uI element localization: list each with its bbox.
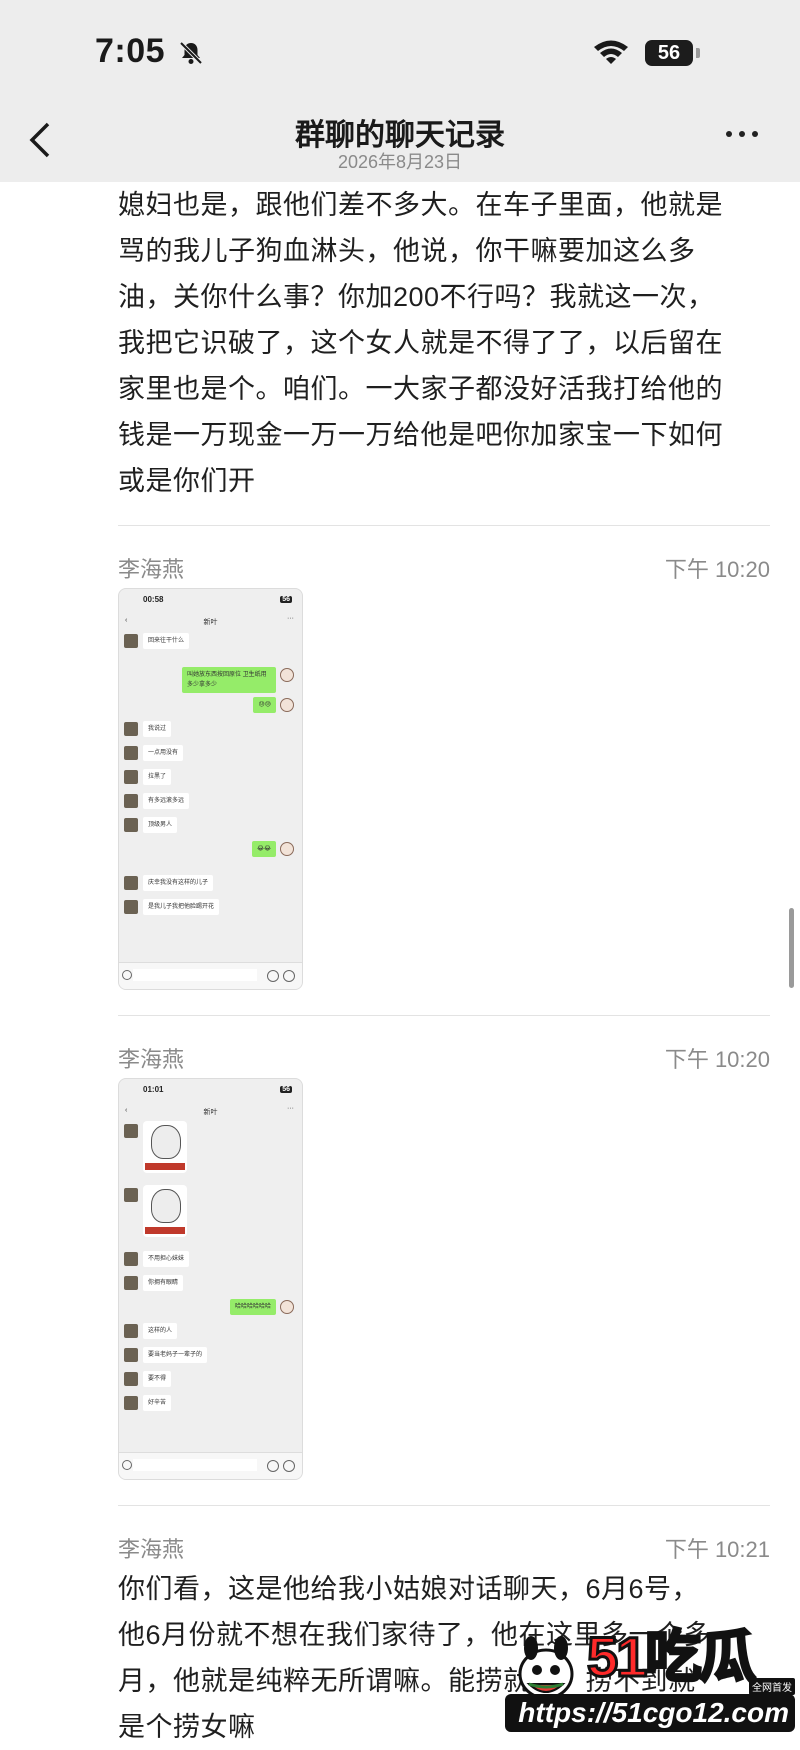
logo-text: 吃瓜	[644, 1624, 757, 1690]
message-time: 下午 10:20	[664, 557, 770, 582]
avatar	[124, 900, 138, 914]
more-options-icon[interactable]	[726, 124, 766, 144]
status-time: 7:05	[95, 32, 166, 70]
battery-indicator: 56	[645, 40, 693, 66]
avatar	[124, 1324, 138, 1338]
shot-nav: ‹ 新叶 ···	[125, 1105, 294, 1116]
sender-name: 李海燕	[118, 1537, 185, 1562]
chat-bubble: 好辛苦	[143, 1395, 172, 1411]
avatar	[124, 794, 138, 808]
chat-bubble: 是我儿子我把他脸踢开花	[143, 899, 220, 915]
avatar	[124, 1188, 138, 1202]
chat-bubble: 不用担心妹妹	[143, 1251, 190, 1267]
avatar	[124, 1124, 138, 1138]
text-line: 你们看，这是他给我小姑娘对话聊天，6月6号，	[118, 1574, 700, 1604]
message-time: 下午 10:21	[664, 1537, 770, 1562]
watermark: 51吃瓜 全网首发 https://51cgo12.com	[505, 1612, 800, 1737]
scrollbar[interactable]	[789, 908, 794, 988]
avatar	[124, 1276, 138, 1290]
avatar	[124, 1348, 138, 1362]
divider	[118, 525, 770, 526]
avatar	[124, 818, 138, 832]
avatar	[124, 1372, 138, 1386]
silent-mode-icon	[179, 41, 203, 65]
shot-time: 00:58	[143, 595, 164, 604]
message-text: 媳妇也是，跟他们差不多大。在车子里面，他就是 骂的我儿子狗血淋头，他说，你干嘛要…	[118, 182, 778, 504]
shot-input-bar	[119, 962, 302, 989]
logo-number: 51	[585, 1624, 648, 1690]
avatar	[280, 1300, 294, 1314]
battery-tip	[696, 48, 700, 58]
chat-bubble: 哈哈哈哈哈哈	[229, 1299, 276, 1315]
shot-battery: 56	[280, 596, 292, 603]
watermark-url: https://51cgo12.com	[505, 1694, 795, 1732]
divider	[118, 1505, 770, 1506]
avatar	[124, 634, 138, 648]
sender-name: 李海燕	[118, 557, 185, 582]
chat-bubble: 这样的人	[143, 1323, 178, 1339]
shot-status: 00:58 56	[119, 589, 302, 617]
text-line: 骂的我儿子狗血淋头，他说，你干嘛要加这么多	[118, 236, 696, 266]
sender-name: 李海燕	[118, 1047, 185, 1072]
chat-bubble: 一点用没有	[143, 745, 184, 761]
text-line: 媳妇也是，跟他们差不多大。在车子里面，他就是	[118, 190, 723, 220]
watermark-logo: 51吃瓜	[585, 1612, 757, 1693]
page-subtitle-date: 2026年8月23日	[337, 152, 463, 172]
chat-bubble: 叫她放东西按回原位 卫生纸用多少拿多少	[182, 667, 276, 693]
text-line: 我把它识破了，这个女人就是不得了了，以后留在	[118, 328, 723, 358]
shot-title: 新叶	[203, 1109, 218, 1116]
chat-bubble: 有多远滚多远	[143, 793, 190, 809]
shot-title: 新叶	[203, 619, 218, 626]
chat-bubble: 你拥有眼睛	[143, 1275, 184, 1291]
chat-bubble: 拉黑了	[143, 769, 172, 785]
avatar	[124, 722, 138, 736]
top-bar: 7:05 56 群聊的聊天记录 2026年8月23日	[0, 0, 800, 182]
watermark-badge: 全网首发	[749, 1678, 795, 1695]
avatar	[124, 770, 138, 784]
text-line: 家里也是个。咱们。一大家子都没好活我打给他的	[118, 374, 723, 404]
sticker-image	[143, 1185, 187, 1237]
avatar	[280, 668, 294, 682]
avatar	[280, 842, 294, 856]
avatar	[124, 876, 138, 890]
avatar	[124, 1396, 138, 1410]
chat-bubble: 回来往干什么	[143, 633, 190, 649]
text-line: 钱是一万现金一万一万给他是吧你加家宝一下如何	[118, 420, 723, 450]
shot-battery: 56	[280, 1086, 292, 1093]
chat-bubble: 要不得	[143, 1371, 172, 1387]
sticker-image	[143, 1121, 187, 1173]
chat-bubble: 庆幸我没有这样的儿子	[143, 875, 214, 891]
chat-bubble: 要当老妈子一辈子的	[143, 1347, 208, 1363]
avatar	[124, 1252, 138, 1266]
chat-bubble: 😂😂	[251, 841, 276, 857]
shot-input-bar	[119, 1452, 302, 1479]
message-time: 下午 10:20	[664, 1047, 770, 1072]
shot-status: 01:01 56	[119, 1079, 302, 1107]
divider	[118, 1015, 770, 1016]
image-attachment[interactable]: 01:01 56 ‹ 新叶 ··· 不用担心妹妹 你拥有眼睛 哈哈哈哈哈哈 这样的人…	[118, 1078, 303, 1480]
chat-bubble: 我说过	[143, 721, 172, 737]
text-line: 或是你们开	[118, 466, 256, 496]
shot-time: 01:01	[143, 1085, 164, 1094]
wifi-icon	[594, 40, 628, 64]
avatar	[280, 698, 294, 712]
avatar	[124, 746, 138, 760]
chat-bubble: 😓😓	[253, 697, 276, 713]
chat-bubble: 顶级男人	[143, 817, 178, 833]
text-line: 油，关你什么事？你加200不行吗？我就这一次，	[118, 282, 715, 312]
shot-nav: ‹ 新叶 ···	[125, 615, 294, 626]
image-attachment[interactable]: 00:58 56 ‹ 新叶 ··· 回来往干什么 叫她放东西按回原位 卫生纸用多少拿…	[118, 588, 303, 990]
